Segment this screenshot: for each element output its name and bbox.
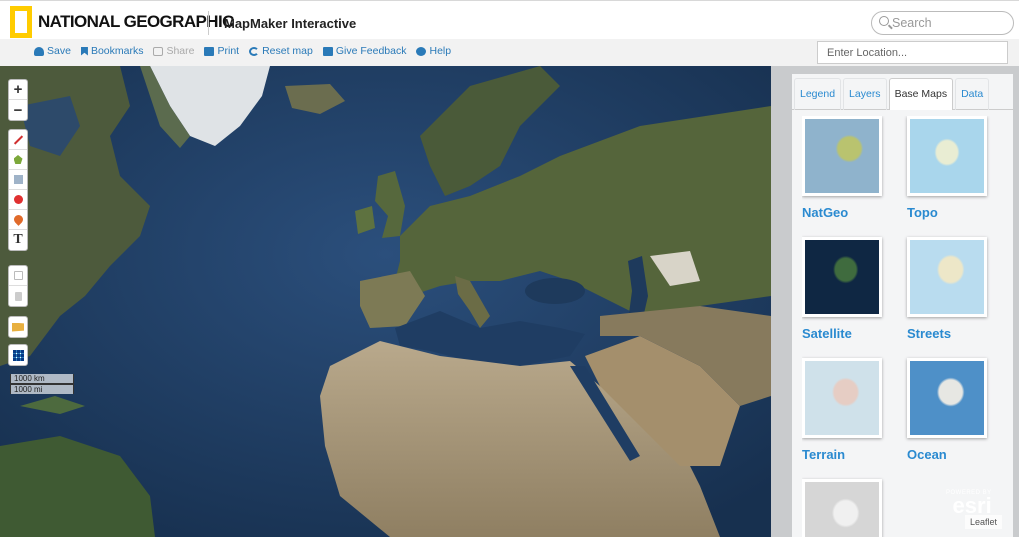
search-icon (879, 16, 889, 26)
print-icon (204, 46, 215, 56)
flag-icon[interactable] (9, 317, 27, 337)
grid-icon[interactable] (9, 345, 27, 365)
brand-name[interactable]: NATIONAL GEOGRAPHIC (38, 12, 234, 32)
basemap-thumbnail[interactable] (907, 358, 987, 438)
location-placeholder: Enter Location... (827, 47, 908, 59)
tab-data[interactable]: Data (955, 78, 990, 110)
satellite-basemap (0, 66, 771, 537)
zoom-out-button[interactable]: − (9, 100, 27, 120)
basemap-terrain[interactable]: Terrain (802, 358, 882, 462)
app-title: MapMaker Interactive (224, 16, 357, 31)
search-placeholder: Search (892, 16, 932, 30)
leaflet-attribution[interactable]: Leaflet (965, 515, 1003, 529)
delete-icon[interactable] (9, 286, 27, 306)
basemap-label[interactable]: NatGeo (802, 205, 882, 220)
basemap-label[interactable]: Streets (907, 326, 987, 341)
give-feedback-button[interactable]: Give Feedback (322, 45, 407, 57)
reset-map-button[interactable]: Reset map (249, 45, 313, 57)
basemap-satellite[interactable]: Satellite (802, 237, 882, 341)
panel-tabs: Legend Layers Base Maps Data (792, 74, 1013, 110)
bookmarks-button[interactable]: Bookmarks (80, 45, 144, 57)
reset-map-label: Reset map (262, 45, 313, 57)
edit-icon[interactable] (9, 266, 27, 286)
black-sea (525, 278, 585, 304)
basemap-thumbnail[interactable] (907, 116, 987, 196)
basemap-label[interactable]: Terrain (802, 447, 882, 462)
save-button[interactable]: Save (34, 45, 71, 57)
bookmarks-label: Bookmarks (90, 45, 144, 57)
basemap-natgeo[interactable]: NatGeo (802, 116, 882, 220)
basemap-label[interactable]: Ocean (907, 447, 987, 462)
search-input[interactable]: Search (871, 11, 1014, 35)
edit-toolbar (8, 265, 28, 307)
map-canvas[interactable]: + − T 1000 km 1000 mi (0, 66, 771, 537)
mail-icon (322, 46, 333, 56)
circle-tool-icon[interactable] (9, 190, 27, 210)
share-label: Share (166, 45, 195, 57)
rectangle-tool-icon[interactable] (9, 170, 27, 190)
basemap-thumbnail[interactable] (802, 479, 882, 537)
print-button[interactable]: Print (204, 45, 239, 57)
draw-toolbar: T (8, 129, 28, 251)
tab-base-maps[interactable]: Base Maps (888, 78, 954, 110)
grid-control (8, 344, 28, 366)
help-icon (416, 46, 427, 56)
basemap-streets[interactable]: Streets (907, 237, 987, 341)
tab-layers[interactable]: Layers (843, 78, 887, 110)
location-input[interactable]: Enter Location... (817, 41, 1008, 64)
share-icon (153, 46, 164, 56)
zoom-control: + − (8, 79, 28, 121)
give-feedback-label: Give Feedback (335, 45, 407, 57)
text-tool-label: T (13, 232, 23, 247)
help-button[interactable]: Help (416, 45, 451, 57)
text-tool-icon[interactable]: T (9, 230, 27, 250)
scale-bar: 1000 km 1000 mi (10, 374, 74, 394)
refresh-icon (249, 46, 260, 56)
basemap-thumbnail[interactable] (907, 237, 987, 317)
esri-attribution[interactable]: POWERED BY esri (946, 490, 992, 518)
share-button[interactable]: Share (153, 45, 194, 57)
basemap-thumbnail[interactable] (802, 116, 882, 196)
flag-control (8, 316, 28, 338)
toolbar: Save Bookmarks Share Print Reset map Giv… (34, 45, 461, 57)
basemap-topo[interactable]: Topo (907, 116, 987, 220)
zoom-in-button[interactable]: + (9, 80, 27, 100)
header-divider (208, 11, 209, 35)
header: NATIONAL GEOGRAPHIC MapMaker Interactive… (0, 0, 1019, 67)
basemap-ocean[interactable]: Ocean (907, 358, 987, 462)
basemap-thumbnail[interactable] (802, 237, 882, 317)
basemap-thumbnail[interactable] (802, 358, 882, 438)
esri-logo: esri (952, 493, 992, 518)
scale-mi: 1000 mi (10, 384, 74, 394)
print-label: Print (217, 45, 240, 57)
natgeo-logo-icon[interactable] (10, 6, 32, 38)
polygon-tool-icon[interactable] (9, 150, 27, 170)
scale-km: 1000 km (10, 374, 74, 384)
cloud-icon (34, 46, 44, 56)
side-panel: Legend Layers Base Maps Data NatGeo Topo… (792, 74, 1013, 537)
help-label: Help (429, 45, 452, 57)
basemap-label[interactable]: Topo (907, 205, 987, 220)
bookmark-icon (80, 46, 88, 56)
tab-legend[interactable]: Legend (794, 78, 842, 110)
line-tool-icon[interactable] (9, 130, 27, 150)
basemap-gray[interactable] (802, 479, 882, 537)
marker-tool-icon[interactable] (9, 210, 27, 230)
save-label: Save (47, 45, 71, 57)
basemap-label[interactable]: Satellite (802, 326, 882, 341)
basemap-gallery: NatGeo Topo Satellite Streets Terrain Oc… (802, 116, 1002, 537)
